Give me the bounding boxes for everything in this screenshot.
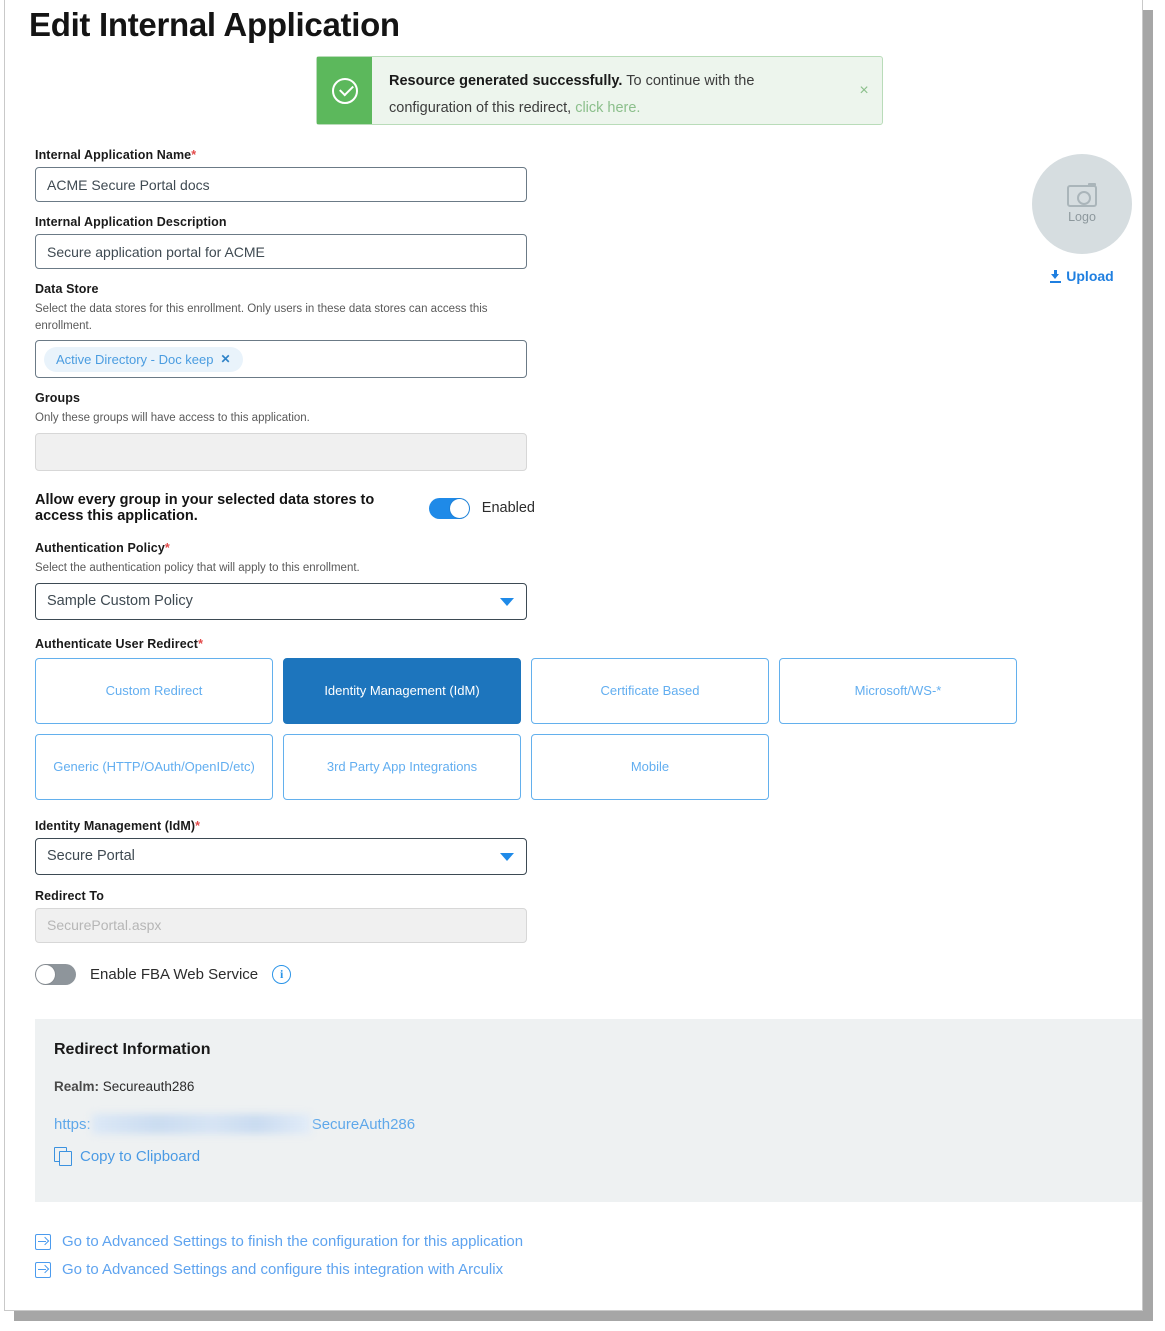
enable-fba-toggle[interactable] [35,964,76,985]
advanced-settings-arculix-label: Go to Advanced Settings and configure th… [62,1261,503,1278]
url-prefix: https: [54,1116,91,1133]
info-icon[interactable]: i [272,965,291,984]
allow-all-groups-label: Allow every group in your selected data … [35,492,417,524]
allow-all-groups-toggle[interactable] [429,498,470,519]
download-arrow-icon [1050,270,1061,283]
camera-icon [1067,185,1097,207]
data-store-chip-label: Active Directory - Doc keep [56,352,214,367]
idm-select[interactable]: Secure Portal [35,838,527,875]
app-name-input[interactable] [35,167,527,202]
copy-to-clipboard-button[interactable]: Copy to Clipboard [54,1147,1143,1165]
bottom-links: Go to Advanced Settings to finish the co… [35,1233,523,1289]
alert-click-here-link[interactable]: click here. [575,100,640,116]
tile-custom-redirect[interactable]: Custom Redirect [35,658,273,724]
data-store-chip: Active Directory - Doc keep ✕ [44,347,243,372]
external-link-icon [35,1234,51,1250]
advanced-settings-finish-config-link[interactable]: Go to Advanced Settings to finish the co… [35,1233,523,1250]
close-icon[interactable]: × [846,57,882,124]
tile-generic[interactable]: Generic (HTTP/OAuth/OpenID/etc) [35,734,273,800]
app-description-label: Internal Application Description [35,215,535,229]
remove-chip-icon[interactable]: ✕ [221,352,231,366]
enable-fba-label: Enable FBA Web Service [90,966,258,983]
edit-application-form: Internal Application Name* Internal Appl… [35,148,535,985]
advanced-settings-finish-config-label: Go to Advanced Settings to finish the co… [62,1233,523,1250]
allow-all-groups-state: Enabled [482,500,535,516]
realm-label: Realm: [54,1079,99,1094]
required-asterisk: * [165,541,170,555]
field-app-name: Internal Application Name* [35,148,535,202]
field-app-description: Internal Application Description [35,215,535,269]
logo-placeholder-label: Logo [1068,210,1096,224]
alert-message: Resource generated successfully. To cont… [372,57,846,124]
upload-button[interactable]: Upload [1032,268,1132,284]
redirect-url[interactable]: https: SecureAuth286 [54,1114,1143,1134]
allow-all-groups-row: Allow every group in your selected data … [35,492,535,524]
tile-identity-management[interactable]: Identity Management (IdM) [283,658,521,724]
advanced-settings-arculix-link[interactable]: Go to Advanced Settings and configure th… [35,1261,523,1278]
data-store-input[interactable]: Active Directory - Doc keep ✕ [35,340,527,378]
success-alert: Resource generated successfully. To cont… [316,56,883,125]
fba-row: Enable FBA Web Service i [35,964,535,985]
data-store-help: Select the data stores for this enrollme… [35,301,490,334]
data-store-label: Data Store [35,282,535,296]
app-description-input[interactable] [35,234,527,269]
idm-label: Identity Management (IdM)* [35,819,535,833]
required-asterisk: * [191,148,196,162]
application-window: Edit Internal Application Resource gener… [4,0,1143,1311]
field-authenticate-user-redirect: Authenticate User Redirect* Custom Redir… [35,637,535,800]
url-suffix: SecureAuth286 [312,1116,415,1133]
field-redirect-to: Redirect To [35,889,535,943]
logo-placeholder[interactable]: Logo [1032,154,1132,254]
field-idm: Identity Management (IdM)* Secure Portal [35,819,535,875]
tile-mobile[interactable]: Mobile [531,734,769,800]
groups-label: Groups [35,391,535,405]
page-title: Edit Internal Application [29,6,400,44]
auth-policy-help: Select the authentication policy that wi… [35,560,490,577]
required-asterisk: * [195,819,200,833]
auth-policy-select[interactable]: Sample Custom Policy [35,583,527,620]
field-data-store: Data Store Select the data stores for th… [35,282,535,378]
redirect-to-input[interactable] [35,908,527,943]
tile-certificate-based[interactable]: Certificate Based [531,658,769,724]
required-asterisk: * [198,637,203,651]
external-link-icon [35,1262,51,1278]
screenshot-root: Edit Internal Application Resource gener… [0,0,1165,1331]
tile-microsoft-ws[interactable]: Microsoft/WS-* [779,658,1017,724]
copy-icon [54,1147,71,1165]
alert-bold-text: Resource generated successfully. [389,73,622,89]
copy-to-clipboard-label: Copy to Clipboard [80,1148,200,1165]
tile-3rd-party-app-integrations[interactable]: 3rd Party App Integrations [283,734,521,800]
app-name-label: Internal Application Name* [35,148,535,162]
alert-icon-band [317,57,372,124]
redirect-to-label: Redirect To [35,889,535,903]
redacted-url-segment [92,1114,311,1134]
check-circle-icon [332,78,358,104]
field-auth-policy: Authentication Policy* Select the authen… [35,541,535,620]
field-groups: Groups Only these groups will have acces… [35,391,535,471]
redirect-information-title: Redirect Information [54,1041,1143,1059]
groups-input[interactable] [35,433,527,471]
logo-upload-area: Logo Upload [1032,154,1132,284]
realm-row: Realm: Secureauth286 [54,1079,1143,1094]
redirect-information-panel: Redirect Information Realm: Secureauth28… [35,1019,1143,1202]
auth-policy-label: Authentication Policy* [35,541,535,555]
authenticate-user-redirect-tiles: Custom Redirect Identity Management (IdM… [35,658,1025,800]
upload-label: Upload [1066,268,1113,284]
groups-help: Only these groups will have access to th… [35,410,490,427]
realm-value: Secureauth286 [103,1079,195,1094]
authenticate-user-redirect-label: Authenticate User Redirect* [35,637,535,651]
